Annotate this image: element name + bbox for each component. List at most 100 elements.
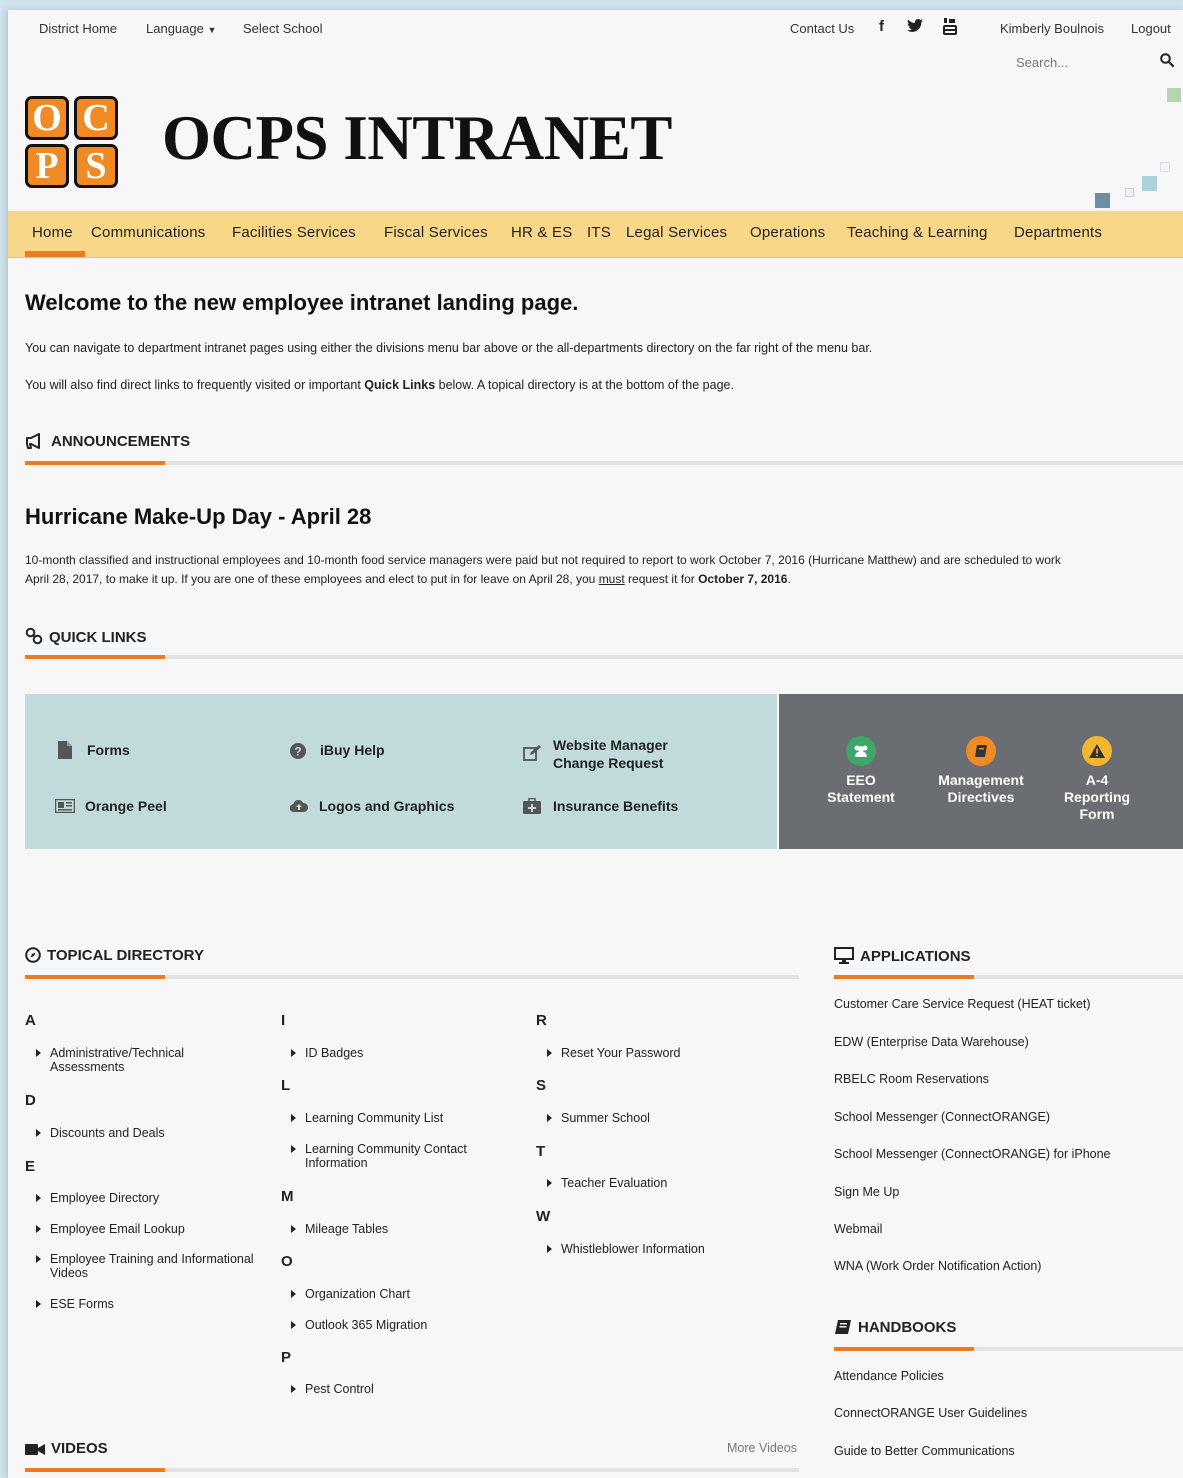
quick-links-panel: Forms ? iBuy Help Website Manager Change… bbox=[25, 694, 777, 849]
quick-link-orange-peel[interactable]: Orange Peel bbox=[55, 797, 235, 817]
app-link[interactable]: WNA (Work Order Notification Action) bbox=[834, 1259, 1041, 1273]
ocps-logo[interactable]: O C P S bbox=[25, 96, 119, 189]
directory-link[interactable]: Mileage Tables bbox=[290, 1222, 388, 1236]
management-directives-tile[interactable]: Management Directives bbox=[926, 736, 1036, 806]
nav-home[interactable]: Home bbox=[32, 224, 73, 241]
applications-header: APPLICATIONS bbox=[834, 947, 971, 965]
directory-link[interactable]: Employee Training and Informational Video… bbox=[36, 1252, 254, 1280]
user-name[interactable]: Kimberly Boulnois bbox=[1000, 21, 1104, 36]
more-videos-link[interactable]: More Videos bbox=[727, 1441, 797, 1455]
book-icon bbox=[966, 736, 996, 766]
directory-letter: S bbox=[536, 1077, 547, 1094]
search-box bbox=[1016, 52, 1176, 74]
quick-link-logos-graphics[interactable]: Logos and Graphics bbox=[289, 797, 489, 817]
youtube-icon[interactable] bbox=[943, 18, 957, 39]
app-link[interactable]: School Messenger (ConnectORANGE) bbox=[834, 1110, 1050, 1124]
search-input[interactable] bbox=[1016, 52, 1146, 72]
search-icon[interactable] bbox=[1160, 53, 1175, 72]
logo-letter: S bbox=[74, 144, 118, 188]
nav-communications[interactable]: Communications bbox=[91, 224, 206, 241]
directory-link[interactable]: Organization Chart bbox=[291, 1287, 410, 1301]
nav-its[interactable]: ITS bbox=[587, 224, 611, 241]
nav-legal-services[interactable]: Legal Services bbox=[626, 224, 727, 241]
directory-link-text: Employee Training and Informational bbox=[50, 1252, 254, 1266]
eeo-statement-tile[interactable]: EEO Statement bbox=[806, 736, 916, 806]
directory-link[interactable]: ESE Forms bbox=[36, 1297, 114, 1311]
directory-link[interactable]: Employee Directory bbox=[35, 1191, 159, 1205]
directory-link[interactable]: ID Badges bbox=[290, 1046, 363, 1060]
quick-link-website-manager[interactable]: Website Manager Change Request bbox=[523, 736, 723, 776]
handbook-link[interactable]: Guide to Better Communications bbox=[834, 1444, 1015, 1458]
directory-letter: O bbox=[281, 1253, 293, 1270]
nav-teaching-learning[interactable]: Teaching & Learning bbox=[847, 224, 988, 241]
quick-link-forms[interactable]: Forms bbox=[57, 741, 237, 761]
page: District Home Language ▼ Select School C… bbox=[8, 10, 1183, 1478]
language-dropdown[interactable]: Language ▼ bbox=[146, 21, 216, 36]
nav-fiscal-services[interactable]: Fiscal Services bbox=[384, 224, 488, 241]
handbook-link[interactable]: ConnectORANGE User Guidelines bbox=[834, 1406, 1027, 1420]
link-icon bbox=[25, 627, 43, 645]
warning-icon bbox=[1082, 736, 1112, 766]
app-tile-label: Reporting bbox=[1063, 789, 1131, 805]
app-link[interactable]: Sign Me Up bbox=[834, 1185, 899, 1199]
nav-departments[interactable]: Departments bbox=[1014, 224, 1102, 241]
edit-icon bbox=[523, 745, 541, 761]
select-school-link[interactable]: Select School bbox=[243, 21, 323, 36]
svg-text:?: ? bbox=[294, 745, 301, 759]
handbook-link[interactable]: Attendance Policies bbox=[834, 1369, 944, 1383]
directory-letter: T bbox=[536, 1143, 546, 1160]
directory-link[interactable]: Learning Community List bbox=[290, 1111, 443, 1125]
app-link[interactable]: School Messenger (ConnectORANGE) for iPh… bbox=[834, 1147, 1111, 1161]
nav-hr-es[interactable]: HR & ES bbox=[511, 224, 572, 241]
divider bbox=[25, 461, 1183, 465]
directory-link[interactable]: Reset Your Password bbox=[547, 1046, 681, 1060]
announcements-header: ANNOUNCEMENTS bbox=[25, 433, 190, 450]
directory-link[interactable]: Discounts and Deals bbox=[36, 1126, 165, 1140]
announcement-title: Hurricane Make-Up Day - April 28 bbox=[25, 504, 372, 529]
book-icon bbox=[835, 1320, 851, 1334]
quick-link-label: Orange Peel bbox=[85, 798, 167, 814]
utility-bar: District Home Language ▼ Select School C… bbox=[8, 10, 1183, 46]
directory-link[interactable]: Employee Email Lookup bbox=[36, 1222, 185, 1236]
twitter-icon[interactable] bbox=[907, 19, 923, 36]
section-accent bbox=[834, 975, 974, 979]
directory-link[interactable]: Teacher Evaluation bbox=[546, 1176, 667, 1190]
video-camera-icon bbox=[25, 1444, 45, 1455]
facebook-icon[interactable]: f bbox=[879, 18, 884, 35]
quick-link-insurance-benefits[interactable]: Insurance Benefits bbox=[523, 797, 723, 817]
directory-link[interactable]: Whistleblower Information bbox=[547, 1242, 705, 1256]
app-link[interactable]: RBELC Room Reservations bbox=[834, 1072, 989, 1086]
quick-link-label: Website Manager bbox=[553, 737, 668, 753]
quick-link-label: Forms bbox=[87, 742, 130, 758]
app-link[interactable]: Customer Care Service Request (HEAT tick… bbox=[834, 997, 1091, 1011]
app-link[interactable]: Webmail bbox=[834, 1222, 882, 1236]
app-tile-label: Directives bbox=[947, 789, 1015, 805]
videos-label: VIDEOS bbox=[51, 1440, 108, 1457]
file-icon bbox=[58, 741, 72, 759]
directory-link[interactable]: Summer School bbox=[547, 1111, 650, 1125]
directory-link[interactable]: Administrative/Technical Assessments bbox=[35, 1046, 184, 1074]
nav-operations[interactable]: Operations bbox=[750, 224, 825, 241]
a4-reporting-form-tile[interactable]: A-4 Reporting Form bbox=[1042, 736, 1152, 823]
directory-link[interactable]: Learning Community Contact Information bbox=[291, 1142, 467, 1170]
contact-us-link[interactable]: Contact Us bbox=[790, 21, 854, 36]
app-link[interactable]: EDW (Enterprise Data Warehouse) bbox=[834, 1035, 1029, 1049]
welcome-text: below. A topical directory is at the bot… bbox=[435, 378, 734, 392]
logout-link[interactable]: Logout bbox=[1131, 21, 1171, 36]
welcome-paragraph-2: You will also find direct links to frequ… bbox=[25, 378, 734, 392]
site-title: OCPS INTRANET bbox=[162, 103, 672, 173]
logo-letter: O bbox=[25, 96, 69, 140]
directory-letter: E bbox=[25, 1158, 36, 1175]
district-home-link[interactable]: District Home bbox=[39, 21, 117, 36]
quick-link-ibuy-help[interactable]: ? iBuy Help bbox=[290, 741, 470, 761]
directory-link[interactable]: Pest Control bbox=[291, 1382, 374, 1396]
topical-directory-header: TOPICAL DIRECTORY bbox=[25, 947, 204, 964]
medkit-icon bbox=[523, 798, 541, 814]
directory-letter: I bbox=[281, 1012, 286, 1029]
quick-link-label: Insurance Benefits bbox=[553, 798, 679, 814]
nav-facilities-services[interactable]: Facilities Services bbox=[232, 224, 356, 241]
directory-link[interactable]: Outlook 365 Migration bbox=[290, 1318, 427, 1332]
directory-letter: W bbox=[536, 1208, 551, 1225]
desktop-icon bbox=[834, 947, 854, 964]
quick-links-emphasis: Quick Links bbox=[364, 378, 436, 392]
